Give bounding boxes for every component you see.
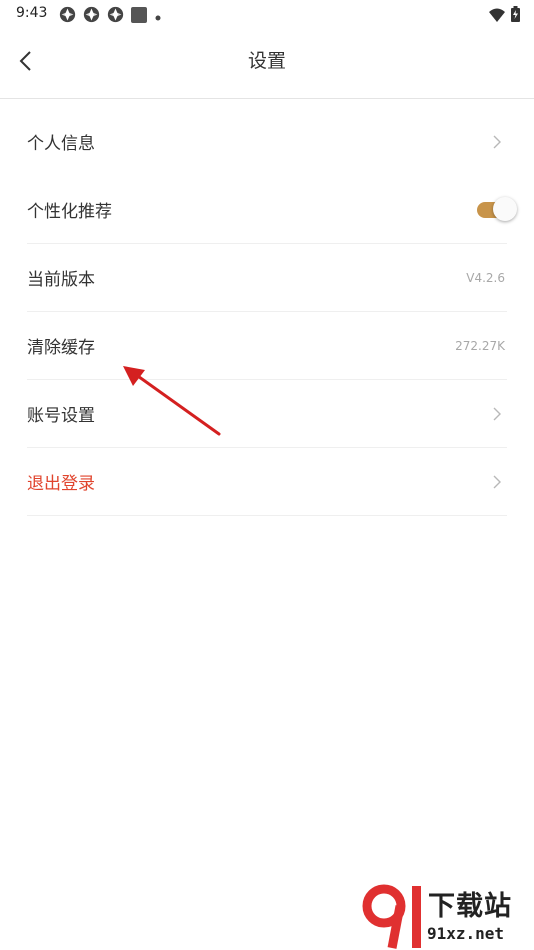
app-header: 设置: [0, 28, 534, 99]
personalized-recommend-toggle[interactable]: [477, 196, 517, 221]
watermark-logo-icon: [362, 884, 421, 949]
settings-item-label: 个性化推荐: [27, 202, 112, 222]
cache-size-value: 272.27K: [455, 338, 505, 353]
battery-charging-icon: [511, 6, 520, 26]
square-app-icon: [131, 6, 147, 27]
settings-item-personalized-recommend: 个性化推荐: [27, 176, 517, 244]
annotation-arrow-icon: [123, 366, 221, 436]
settings-item-current-version: 当前版本 V4.2.6: [27, 244, 507, 312]
chevron-right-icon: [493, 475, 501, 488]
settings-item-clear-cache[interactable]: 清除缓存 272.27K: [27, 312, 507, 380]
wifi-icon: [489, 7, 505, 26]
status-bar: 9:43: [0, 0, 534, 28]
status-notification-icons: [59, 6, 162, 27]
logout-label: 退出登录: [27, 474, 95, 494]
app-notification-icon: [83, 6, 100, 27]
chevron-right-icon: [493, 407, 501, 420]
toggle-knob: [493, 196, 517, 221]
chevron-right-icon: [493, 135, 501, 148]
app-notification-icon: [59, 6, 76, 27]
more-notifications-dot-icon: [154, 7, 162, 26]
page-title: 设置: [247, 50, 286, 72]
app-notification-icon: [107, 6, 124, 27]
watermark-domain: 91xz.net: [427, 924, 505, 943]
settings-list: 个人信息 个性化推荐 当前版本 V4.2.6 清除缓存 272.27K 账号设置…: [27, 108, 517, 516]
watermark-brand: 下载站: [428, 891, 512, 922]
version-value: V4.2.6: [466, 270, 505, 285]
site-watermark: 下载站 91xz.net: [362, 880, 534, 950]
settings-item-personal-info[interactable]: 个人信息: [27, 108, 507, 176]
system-status-icons: [489, 6, 520, 26]
settings-item-label: 个人信息: [27, 134, 95, 154]
status-time: 9:43: [16, 5, 48, 21]
settings-item-label: 当前版本: [27, 270, 95, 290]
settings-item-label: 账号设置: [27, 406, 95, 426]
settings-item-logout[interactable]: 退出登录: [27, 448, 507, 516]
settings-item-account-settings[interactable]: 账号设置: [27, 380, 507, 448]
settings-item-label: 清除缓存: [27, 338, 95, 358]
